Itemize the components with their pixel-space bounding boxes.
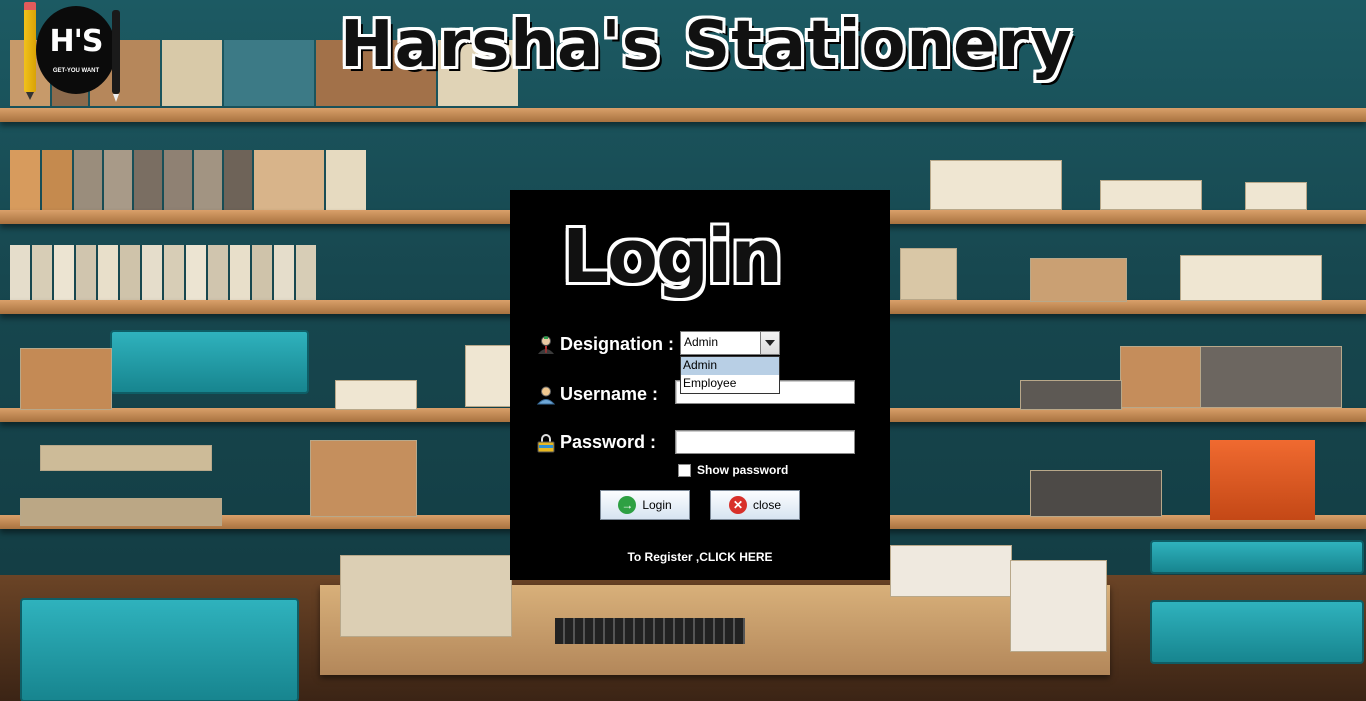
designation-options-list: Admin Employee [680, 356, 780, 394]
designation-option-admin[interactable]: Admin [681, 357, 779, 375]
pen-icon [112, 10, 120, 102]
designation-row: Designation : [536, 334, 674, 355]
designation-selected: Admin [684, 335, 719, 349]
register-link[interactable]: To Register ,CLICK HERE [510, 550, 890, 564]
lock-icon [537, 433, 555, 452]
logo-badge: H'S GET-YOU WANT [36, 6, 116, 94]
logo-tagline: GET-YOU WANT [52, 68, 100, 74]
chevron-down-icon[interactable] [760, 332, 779, 354]
close-button-label: close [752, 498, 781, 512]
password-input[interactable] [675, 430, 855, 454]
close-button[interactable]: ✕ close [710, 490, 800, 520]
login-panel: Login Designation : Admin Admin Employee… [510, 190, 890, 580]
manager-icon [538, 335, 554, 354]
app-title: Harsha's Stationery [340, 8, 1073, 82]
brand-logo: H'S GET-YOU WANT [24, 2, 120, 102]
login-arrow-icon: → [618, 496, 637, 514]
username-label: Username : [560, 384, 659, 404]
close-x-icon: ✕ [728, 496, 747, 514]
login-button-label: Login [642, 498, 672, 512]
login-button[interactable]: → Login [600, 490, 690, 520]
show-password-label: Show password [697, 463, 789, 477]
user-icon [536, 386, 556, 404]
shelf [0, 108, 1366, 122]
designation-label: Designation : [560, 334, 675, 354]
pencil-icon [24, 2, 36, 100]
login-title: Login [562, 214, 783, 300]
password-label: Password : [560, 432, 657, 452]
designation-option-employee[interactable]: Employee [681, 375, 779, 393]
username-row: Username : [536, 384, 658, 405]
show-password-checkbox[interactable]: Show password [678, 463, 788, 477]
designation-dropdown[interactable]: Admin [680, 331, 780, 355]
password-row: Password : [536, 432, 656, 453]
checkbox-box[interactable] [678, 463, 691, 477]
logo-text: H'S [49, 24, 104, 59]
